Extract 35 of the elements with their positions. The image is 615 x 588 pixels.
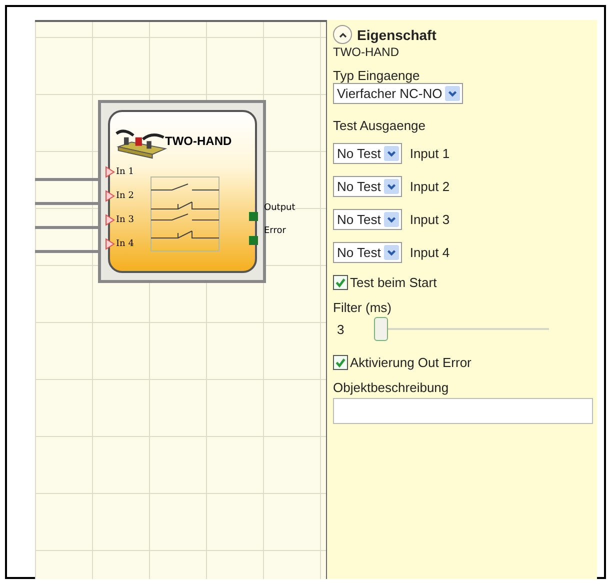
- slider-thumb[interactable]: [374, 317, 388, 341]
- input-type-dropdown[interactable]: Vierfacher NC-NO: [333, 83, 464, 104]
- block-title: TWO-HAND: [165, 134, 232, 148]
- input-pin-icon[interactable]: [105, 214, 115, 226]
- input-label: In 3: [116, 215, 134, 225]
- panel-title: Eigenschaft: [357, 26, 436, 42]
- input-pin-icon[interactable]: [105, 166, 115, 178]
- input-label: Input 2: [410, 179, 450, 194]
- test-dropdown[interactable]: No Test: [333, 143, 402, 164]
- slider-value: 3: [337, 322, 344, 336]
- description-field[interactable]: [333, 398, 593, 424]
- output-label: Error: [264, 226, 286, 236]
- checkbox[interactable]: [333, 355, 348, 370]
- field-label: Objektbeschreibung: [333, 380, 449, 395]
- input-label: Input 4: [410, 245, 450, 260]
- function-block[interactable]: TWO-HAND In 1 In 2 In 3 In 4: [98, 100, 266, 283]
- block-name: TWO-HAND: [333, 45, 399, 59]
- collapse-button[interactable]: [333, 25, 352, 44]
- test-dropdown[interactable]: No Test: [333, 209, 402, 230]
- input-pin-icon[interactable]: [105, 238, 115, 250]
- input-label: Input 1: [410, 146, 450, 161]
- checkbox-label: Aktivierung Out Error: [350, 355, 472, 370]
- input-label: In 4: [116, 239, 134, 249]
- input-label: In 2: [116, 191, 134, 201]
- input-label: Input 3: [410, 212, 450, 227]
- field-label: Filter (ms): [333, 300, 392, 315]
- section-label: Test Ausgaenge: [333, 118, 426, 133]
- test-dropdown[interactable]: No Test: [333, 176, 402, 197]
- checkbox-label: Test beim Start: [350, 275, 437, 290]
- input-pin-icon[interactable]: [105, 190, 115, 202]
- input-label: In 1: [116, 167, 134, 177]
- field-label: Typ Eingaenge: [333, 68, 420, 83]
- checkbox[interactable]: [333, 275, 348, 290]
- output-label: Output: [264, 203, 296, 213]
- test-dropdown[interactable]: No Test: [333, 242, 402, 263]
